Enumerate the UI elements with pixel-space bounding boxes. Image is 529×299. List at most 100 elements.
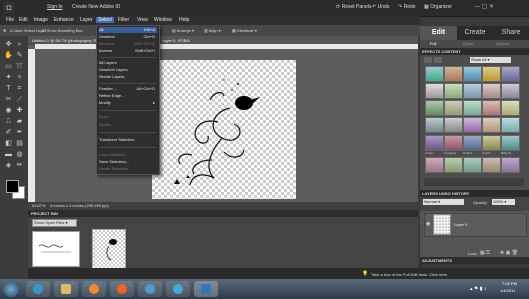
tour-tip-link[interactable]: Take a tour of the Full Edit tools. Clic…: [371, 272, 448, 277]
menu-item-delete-selection[interactable]: Delete Selection...: [99, 166, 157, 172]
menu-item-refine-edge[interactable]: Refine Edge...: [99, 93, 157, 99]
content-thumbnail[interactable]: [444, 83, 463, 99]
arrange-button[interactable]: ▤ Arrange ▾: [172, 28, 194, 33]
system-tray-icons[interactable]: ▴ ⚑ ▮ ♪: [470, 286, 486, 292]
content-thumbnail[interactable]: [425, 66, 444, 82]
bin-thumbnail-signature[interactable]: [32, 231, 80, 267]
tab-edit[interactable]: Edit: [420, 26, 457, 40]
content-thumbnail[interactable]: [482, 83, 501, 99]
reset-panels-button[interactable]: ⟳ Reset Panels: [336, 4, 371, 10]
auto-select-checkbox[interactable]: ☑ Auto Select Layer: [10, 28, 46, 33]
document-canvas[interactable]: [152, 60, 296, 199]
show-bounding-checkbox[interactable]: ☑ Show Bounding Box: [42, 28, 83, 33]
content-sort-icon[interactable]: [434, 57, 442, 63]
content-thumbnail[interactable]: [482, 157, 501, 173]
move-tool-icon[interactable]: ✥: [4, 40, 13, 49]
type-tool-icon[interactable]: T: [4, 84, 13, 93]
hand-tool-icon[interactable]: ✋: [4, 51, 13, 60]
content-thumbnail[interactable]: [482, 66, 501, 82]
layers-panel-title[interactable]: LAYERS UNDO HISTORY: [422, 191, 469, 196]
straighten-tool-icon[interactable]: ⟋: [15, 95, 24, 104]
layer-name[interactable]: Layer 0: [454, 222, 467, 227]
content-thumbnail-baby[interactable]: [501, 135, 520, 151]
menu-item-inverse[interactable]: Inverse Shift+Ctrl+I: [99, 48, 157, 54]
layer-tab[interactable]: Layer 0, RGB/8: [162, 38, 190, 43]
content-thumbnail[interactable]: [463, 100, 482, 116]
menu-item-similar[interactable]: Similar: [99, 122, 157, 128]
menu-item-feather[interactable]: Feather... Alt+Ctrl+D: [99, 86, 157, 92]
menu-filter[interactable]: Filter: [116, 17, 131, 23]
taskbar-photoshop-elements[interactable]: [194, 281, 218, 297]
healing-brush-tool-icon[interactable]: ✚: [15, 106, 24, 115]
menu-file[interactable]: File: [4, 17, 16, 23]
menu-item-deselect[interactable]: Deselect Ctrl+D: [99, 34, 157, 40]
taskbar-time[interactable]: 7:08 PM: [502, 281, 517, 286]
content-thumbnail-camping[interactable]: [444, 135, 463, 151]
distribute-button[interactable]: ▦ Distribute ▾: [232, 28, 257, 33]
project-bin-dropdown[interactable]: Show Open Files ▾: [32, 219, 77, 227]
align-button[interactable]: ▥ Align ▾: [204, 28, 221, 33]
adjustments-panel-title[interactable]: ADJUSTMENTS: [422, 258, 452, 263]
content-filter-dropdown[interactable]: Show All ▾: [470, 57, 511, 63]
redo-button[interactable]: ↷ Redo: [398, 4, 416, 10]
red-eye-tool-icon[interactable]: ◉: [4, 106, 13, 115]
taskbar-ie[interactable]: [26, 281, 50, 297]
shape-tool-icon[interactable]: ▬: [4, 150, 13, 159]
taskbar-firefox[interactable]: [110, 281, 134, 297]
content-thumbnail-collect[interactable]: [463, 135, 482, 151]
zoom-tool-icon[interactable]: ⌕: [15, 40, 24, 49]
content-thumbnail[interactable]: [482, 100, 501, 116]
menu-view[interactable]: View: [135, 17, 150, 23]
eraser-tool-icon[interactable]: ▰: [15, 117, 24, 126]
content-thumbnail[interactable]: [463, 117, 482, 133]
blend-mode-dropdown[interactable]: Normal ▾: [423, 199, 464, 205]
content-thumbnail[interactable]: [444, 117, 463, 133]
menu-item-all[interactable]: All Ctrl+A: [99, 27, 157, 33]
menu-item-transform-selection[interactable]: Transform Selection: [99, 137, 157, 143]
create-id-link[interactable]: Create New Adobe ID: [72, 4, 120, 10]
gradient-tool-icon[interactable]: ▤: [15, 139, 24, 148]
foreground-color-swatch-top[interactable]: [6, 180, 19, 193]
content-thumbnail[interactable]: [501, 157, 520, 173]
taskbar-date[interactable]: 1/4/2011: [500, 288, 515, 293]
opacity-field[interactable]: 100% ▾: [492, 199, 515, 205]
content-thumbnail[interactable]: [444, 157, 463, 173]
lock-icons[interactable]: ▦ ⚿: [480, 250, 490, 256]
menu-window[interactable]: Window: [152, 17, 174, 23]
menu-image[interactable]: Image: [32, 17, 50, 23]
paint-bucket-tool-icon[interactable]: ◧: [4, 139, 13, 148]
content-thumbnail[interactable]: [444, 66, 463, 82]
content-thumbnail-colorf[interactable]: [482, 135, 501, 151]
menu-item-reselect[interactable]: Reselect Shift+Ctrl+D: [99, 41, 157, 47]
menu-item-modify[interactable]: Modify ▸: [99, 100, 157, 106]
organizer-button[interactable]: ▦ Organizer: [424, 4, 452, 10]
menu-help[interactable]: Help: [177, 17, 191, 23]
magic-wand-tool-icon[interactable]: ✦: [4, 73, 13, 82]
menu-item-similar-layers[interactable]: Similar Layers: [99, 74, 157, 80]
menu-item-deselect-layers[interactable]: Deselect Layers: [99, 67, 157, 73]
effects-panel-title[interactable]: EFFECTS CONTENT: [422, 49, 461, 54]
window-controls[interactable]: — ▢ ✕: [474, 3, 494, 10]
subtab-quick[interactable]: Quick: [463, 41, 473, 46]
taskbar-app[interactable]: [138, 281, 162, 297]
eyedropper-tool-icon[interactable]: ✎: [15, 51, 24, 60]
cookie-cutter-tool-icon[interactable]: ✂: [4, 95, 13, 104]
menu-item-grow[interactable]: Grow: [99, 114, 157, 120]
visibility-eye-icon[interactable]: ◉: [426, 221, 430, 227]
pencil-tool-icon[interactable]: ✏: [15, 161, 24, 170]
selection-brush-tool-icon[interactable]: ✧: [15, 73, 24, 82]
subtab-full[interactable]: Full: [430, 41, 436, 46]
smart-brush-tool-icon[interactable]: ✒: [15, 128, 24, 137]
clone-stamp-tool-icon[interactable]: ⎍: [4, 117, 13, 126]
tab-share[interactable]: Share: [493, 26, 529, 40]
taskbar-organizer[interactable]: [166, 281, 190, 297]
start-button-icon[interactable]: [3, 281, 19, 297]
content-thumbnail[interactable]: [463, 83, 482, 99]
bin-thumbnail-document[interactable]: [92, 229, 126, 269]
content-thumbnail[interactable]: [501, 83, 520, 99]
sponge-tool-icon[interactable]: ◈: [4, 161, 13, 170]
tab-create[interactable]: Create: [457, 26, 493, 40]
content-thumbnail-arrow[interactable]: [425, 135, 444, 151]
layer-action-icons[interactable]: ✚ ▣ 🗑: [500, 250, 518, 256]
content-thumbnail[interactable]: [501, 100, 520, 116]
